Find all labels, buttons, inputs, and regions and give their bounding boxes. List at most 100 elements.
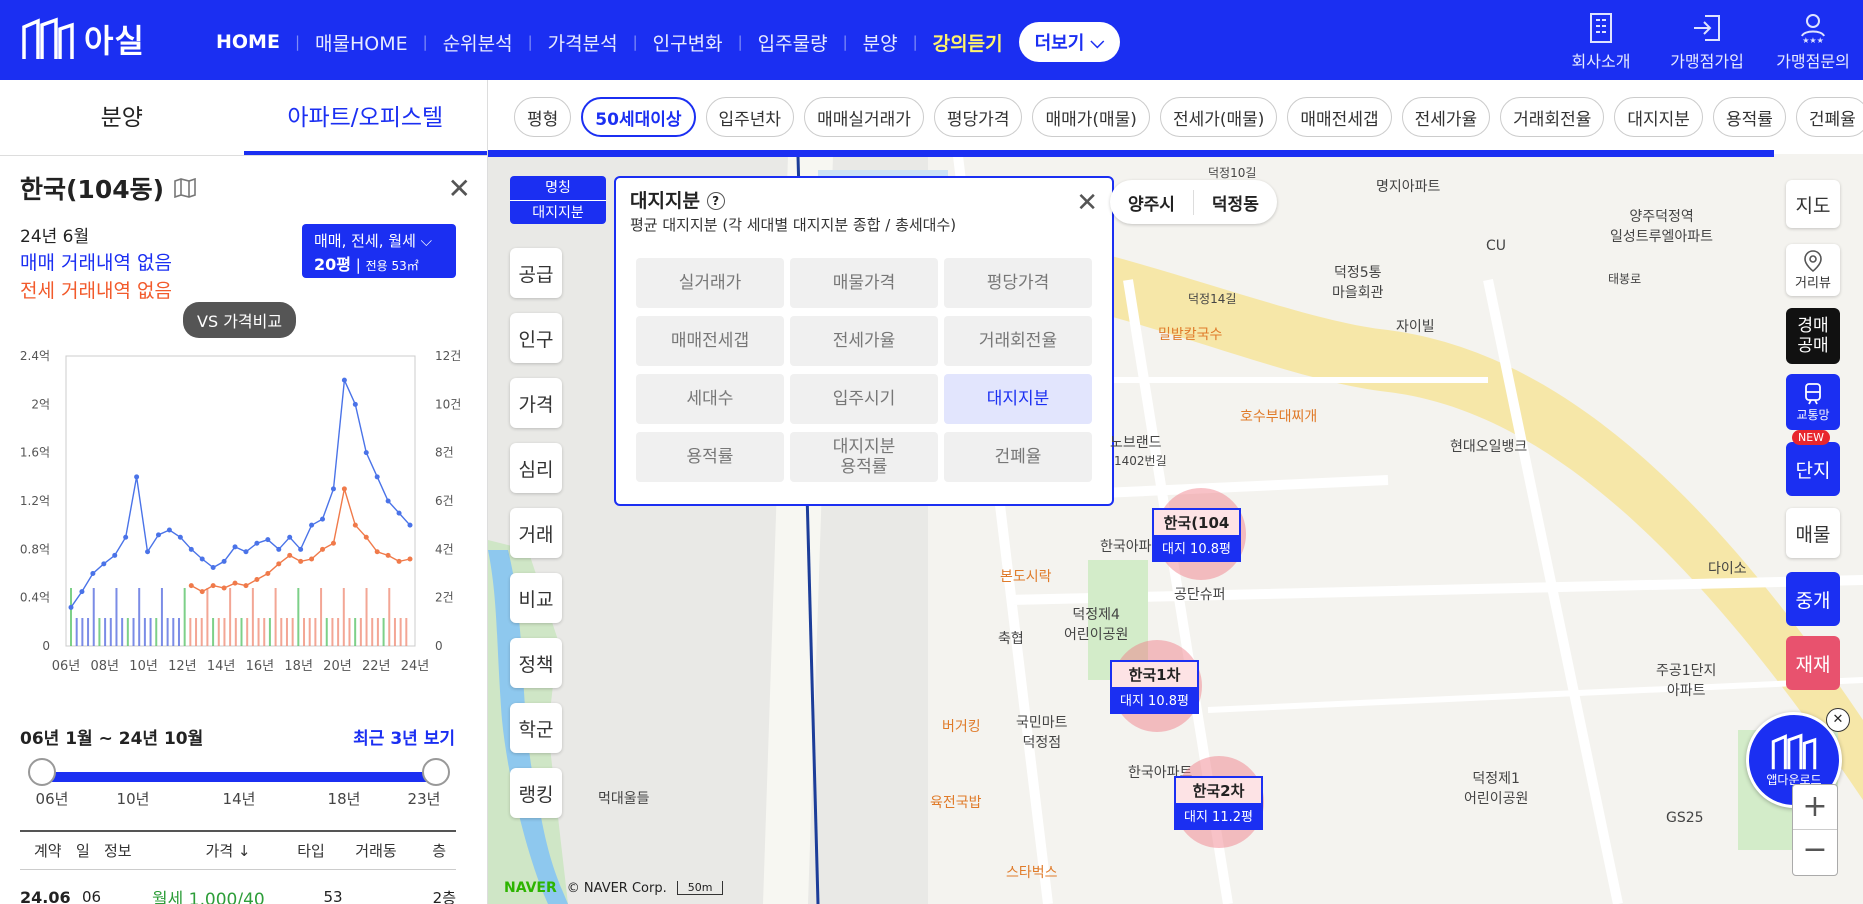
nav-lecture[interactable]: 강의듣기 bbox=[933, 29, 1003, 56]
slider-handle-start[interactable] bbox=[28, 758, 56, 786]
complex-marker-2[interactable]: 한국2차 대지 11.2평 bbox=[1174, 776, 1263, 830]
col-price-sort[interactable]: 가격 ↓ bbox=[170, 840, 286, 861]
map-mode-button[interactable]: 지도 bbox=[1786, 180, 1840, 228]
y-right-tick-label: 12건 bbox=[435, 349, 461, 363]
loc-dong[interactable]: 덕정동 bbox=[1192, 189, 1277, 215]
option-land-share-far[interactable]: 대지지분 용적률 bbox=[790, 432, 938, 482]
side-btn-supply[interactable]: 공급 bbox=[510, 248, 562, 298]
filter-tab-price-per-pyeong[interactable]: 평당가격 bbox=[933, 97, 1023, 137]
filter-tab-years[interactable]: 입주년차 bbox=[705, 97, 795, 137]
nav-population[interactable]: 인구변화 bbox=[653, 29, 723, 56]
more-menu-button[interactable]: 더보기 ⌵ bbox=[1018, 22, 1121, 62]
option-land-share[interactable]: 대지지분 bbox=[944, 374, 1092, 424]
scale-bar: 50m bbox=[676, 881, 724, 895]
filter-tab-sale-price[interactable]: 매매실거래가 bbox=[804, 97, 924, 137]
nav-presale[interactable]: 분양 bbox=[863, 29, 898, 56]
option-move-in[interactable]: 입주시기 bbox=[790, 374, 938, 424]
side-btn-compare[interactable]: 비교 bbox=[510, 573, 562, 623]
option-listing-price[interactable]: 매물가격 bbox=[790, 258, 938, 308]
filter-tab-bar: 평형 50세대이상 입주년차 매매실거래가 평당가격 매매가(매물) 전세가(매… bbox=[488, 80, 1863, 154]
redevelopment-label: 재재 bbox=[1795, 653, 1831, 676]
option-gap[interactable]: 매매전세갭 bbox=[636, 316, 784, 366]
option-jeonse-rate[interactable]: 전세가율 bbox=[790, 316, 938, 366]
map-icon[interactable] bbox=[174, 178, 196, 198]
complex-marker-1[interactable]: 한국1차 대지 10.8평 bbox=[1110, 660, 1199, 714]
mode-name-label[interactable]: 명칭 bbox=[510, 176, 606, 200]
volume-bar bbox=[81, 618, 84, 646]
place-label: 축협 bbox=[998, 631, 1024, 647]
tab-presale[interactable]: 분양 bbox=[0, 80, 244, 155]
option-far[interactable]: 용적률 bbox=[636, 432, 784, 482]
recent-3y-button[interactable]: 최근 3년 보기 bbox=[353, 724, 455, 749]
transit-button[interactable]: 교통망 bbox=[1786, 374, 1840, 430]
price-chart: 2.4억2억1.6억1.2억0.8억0.4억012건10건8건6건4건2건006… bbox=[20, 349, 461, 674]
period-slider[interactable] bbox=[42, 772, 436, 782]
nav-listing-home[interactable]: 매물HOME bbox=[315, 29, 408, 56]
zoom-out-icon[interactable]: − bbox=[1793, 830, 1837, 875]
tab-apartment[interactable]: 아파트/오피스텔 bbox=[243, 80, 487, 155]
volume-bar bbox=[87, 618, 90, 646]
road-label: 덕정10길 bbox=[1208, 166, 1257, 180]
deal-type-select[interactable]: 매매, 전세, 월세 ⌵ 20평 | 전용 53㎡ bbox=[302, 224, 456, 278]
redevelopment-button[interactable]: 재재 bbox=[1786, 636, 1840, 690]
zoom-in-icon[interactable]: + bbox=[1793, 785, 1837, 830]
broker-button[interactable]: 중개 bbox=[1786, 572, 1840, 626]
col-contract[interactable]: 계약 bbox=[20, 840, 76, 861]
auction-button[interactable]: 경매 공매 bbox=[1786, 308, 1840, 364]
filter-tab-bcr[interactable]: 건폐율 bbox=[1795, 97, 1863, 137]
option-real-price[interactable]: 실거래가 bbox=[636, 258, 784, 308]
close-icon[interactable]: ✕ bbox=[448, 172, 471, 205]
close-icon[interactable]: ✕ bbox=[1076, 188, 1098, 218]
filter-tab-pyeong[interactable]: 평형 bbox=[514, 97, 572, 137]
option-turnover[interactable]: 거래회전율 bbox=[944, 316, 1092, 366]
slider-label: 14년 bbox=[222, 790, 256, 808]
place-label: GS25 bbox=[1666, 810, 1704, 826]
close-icon[interactable]: ✕ bbox=[1826, 708, 1850, 732]
filter-tab-gap[interactable]: 매매전세갭 bbox=[1287, 97, 1392, 137]
filter-scroll-bar[interactable] bbox=[488, 150, 1774, 157]
filter-tab-listing-price[interactable]: 매매가(매물) bbox=[1032, 97, 1150, 137]
loc-city[interactable]: 양주시 bbox=[1110, 190, 1193, 215]
side-btn-sentiment[interactable]: 심리 bbox=[510, 443, 562, 493]
filter-tab-jeonse-rate[interactable]: 전세가율 bbox=[1401, 97, 1491, 137]
side-btn-price[interactable]: 가격 bbox=[510, 378, 562, 428]
franchise-inquiry-button[interactable]: ★★★ 가맹점문의 bbox=[1773, 10, 1853, 72]
filter-tab-jeonse-listing[interactable]: 전세가(매물) bbox=[1159, 97, 1278, 137]
listing-button[interactable]: 매물 bbox=[1786, 508, 1840, 558]
logo[interactable]: 아실 bbox=[20, 16, 145, 62]
slider-handle-end[interactable] bbox=[422, 758, 450, 786]
company-info-label: 회사소개 bbox=[1571, 52, 1631, 71]
nav-ranking[interactable]: 순위분석 bbox=[443, 29, 513, 56]
filter-tab-50-households[interactable]: 50세대이상 bbox=[581, 97, 696, 137]
col-floor: 층 bbox=[432, 842, 446, 860]
filter-tab-turnover[interactable]: 거래회전율 bbox=[1500, 97, 1605, 137]
map-view[interactable]: 평형 50세대이상 입주년차 매매실거래가 평당가격 매매가(매물) 전세가(매… bbox=[488, 80, 1863, 904]
street-view-button[interactable]: 거리뷰 bbox=[1786, 244, 1840, 296]
table-row[interactable]: 24.06 06 월세 1,000/40 53 2층 bbox=[20, 880, 456, 904]
complex-marker-104[interactable]: 한국(104 대지 10.8평 bbox=[1152, 508, 1241, 562]
slider-label: 06년 bbox=[35, 790, 69, 808]
option-price-per-pyeong[interactable]: 평당가격 bbox=[944, 258, 1092, 308]
side-btn-policy[interactable]: 정책 bbox=[510, 638, 562, 688]
nav-price-analysis[interactable]: 가격분석 bbox=[548, 29, 618, 56]
franchise-join-button[interactable]: 가맹점가입 bbox=[1667, 10, 1747, 72]
complex-button[interactable]: 단지 bbox=[1786, 442, 1840, 496]
nav-home[interactable]: HOME bbox=[216, 31, 280, 53]
side-btn-school[interactable]: 학군 bbox=[510, 703, 562, 753]
nav-supply[interactable]: 입주물량 bbox=[758, 29, 828, 56]
filter-tab-far[interactable]: 용적률 bbox=[1712, 97, 1786, 137]
filter-tab-land-share[interactable]: 대지지분 bbox=[1614, 97, 1703, 137]
side-btn-population[interactable]: 인구 bbox=[510, 313, 562, 363]
help-icon[interactable]: ? bbox=[706, 192, 725, 210]
volume-bar bbox=[246, 618, 249, 646]
volume-bar bbox=[263, 618, 266, 646]
company-info-button[interactable]: 회사소개 bbox=[1561, 10, 1641, 72]
option-bcr[interactable]: 건폐율 bbox=[944, 432, 1092, 482]
place-label: 양주덕정역 일성트루엘아파트 bbox=[1610, 209, 1714, 245]
marker-name: 한국1차 bbox=[1128, 666, 1181, 684]
label-mode-toggle[interactable]: 명칭 대지지분 bbox=[510, 176, 606, 224]
side-btn-ranking[interactable]: 랭킹 bbox=[510, 768, 562, 818]
option-households[interactable]: 세대수 bbox=[636, 374, 784, 424]
side-btn-trade[interactable]: 거래 bbox=[510, 508, 562, 558]
mode-land-label[interactable]: 대지지분 bbox=[510, 200, 606, 224]
